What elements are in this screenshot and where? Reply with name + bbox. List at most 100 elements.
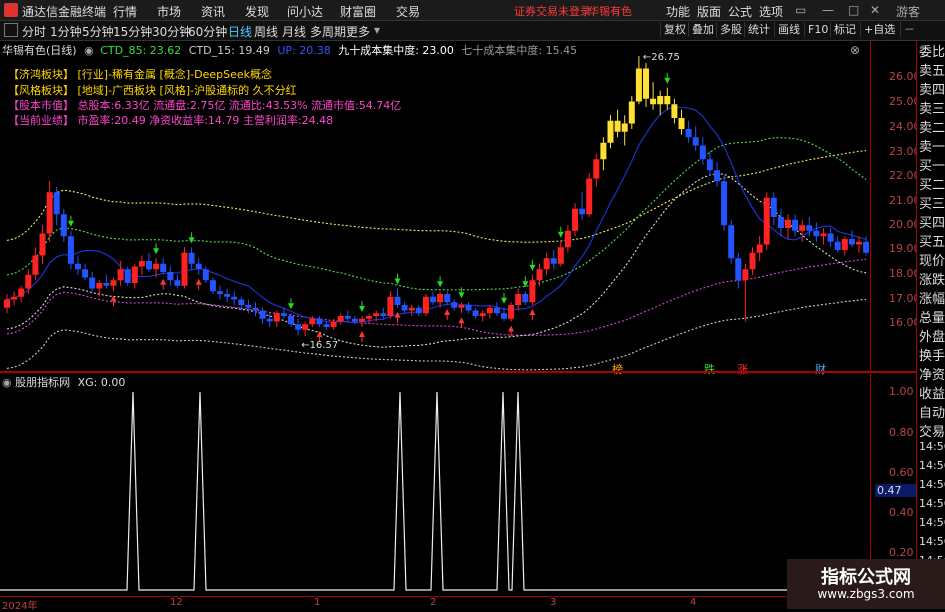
chart-options-icon[interactable]: ◉ <box>84 44 94 57</box>
chart-settings-icon[interactable]: ⊗ <box>850 43 860 57</box>
sell-arrow-icon <box>458 292 465 299</box>
info-performance: 【当前业绩】 市盈率:20.49 净资收益率:14.79 主营利润率:24.48 <box>8 114 334 127</box>
candle-body <box>550 258 557 264</box>
indicator-chart[interactable] <box>0 374 870 596</box>
add-favorite-button[interactable]: +自选 <box>860 22 898 37</box>
zoom-out-icon[interactable]: － <box>900 22 918 37</box>
candle-body <box>82 269 89 278</box>
more-dropdown-icon[interactable]: ▾ <box>374 23 380 37</box>
candle-body <box>621 123 628 132</box>
menu-ask[interactable]: 问小达 <box>287 3 323 20</box>
period-5min[interactable]: 5分钟 <box>82 23 114 40</box>
period-weekly[interactable]: 周线 <box>254 23 278 40</box>
menu-discover[interactable]: 发现 <box>245 3 269 20</box>
side-label: 委比 <box>919 45 945 60</box>
candle-body <box>799 225 806 231</box>
side-label: 收益 <box>919 387 945 402</box>
sell-arrow-icon <box>67 220 74 227</box>
candle-body <box>60 214 67 237</box>
mark-button[interactable]: 标记 <box>830 22 859 37</box>
layout-toggle-icon[interactable] <box>4 23 18 37</box>
menu-wealth[interactable]: 财富圈 <box>340 3 376 20</box>
overlay-button[interactable]: 叠加 <box>688 22 717 37</box>
candle-body <box>46 192 53 234</box>
period-multi[interactable]: 多周期 <box>310 23 346 40</box>
info-capital: 【股本市值】 总股本:6.33亿 流通盘:2.75亿 流通比:43.53% 流通… <box>8 99 402 112</box>
side-label: 14:56 <box>919 478 945 491</box>
sell-arrow-icon <box>394 278 401 285</box>
price-axis: 26.00 25.00 24.00 23.00 22.00 21.00 20.0… <box>870 41 921 371</box>
candle-body <box>777 217 784 228</box>
minimize-icon[interactable]: ▭ <box>795 3 806 17</box>
candle-body <box>103 283 110 286</box>
period-monthly[interactable]: 月线 <box>282 23 306 40</box>
watermark-line2: www.zbgs3.com <box>817 587 915 601</box>
statistics-button[interactable]: 统计 <box>744 22 773 37</box>
lower-channel-line <box>6 298 867 371</box>
candle-body <box>785 219 791 228</box>
menu-options[interactable]: 选项 <box>759 3 783 20</box>
close-icon[interactable]: ✕ <box>870 3 880 17</box>
sell-arrow-icon <box>557 231 564 238</box>
candle-body <box>351 318 358 322</box>
high-price-label: ←26.75 <box>643 52 680 63</box>
menu-layout[interactable]: 版面 <box>697 3 721 20</box>
candle-body <box>252 307 259 311</box>
kline-chart-panel[interactable]: ←26.75 ←16.57 华锡有色(日线) ◉ CTD_85: 23.62 CT… <box>0 41 870 376</box>
panel-divider[interactable] <box>0 371 916 373</box>
indicator-tick: 0.20 <box>889 546 914 559</box>
menu-formula[interactable]: 公式 <box>728 3 752 20</box>
ctd85-value: CTD_85: 23.62 <box>100 44 182 57</box>
indicator-options-icon[interactable]: ◉ <box>2 376 12 389</box>
side-label: 卖四 <box>919 83 945 98</box>
candle-body <box>174 280 181 286</box>
buy-arrow-icon <box>508 325 515 332</box>
quote-side-panel: 委比 卖五 卖四 卖三 卖二 卖一 买一 买二 买三 买四 买五 现价 涨跌 涨幅 总量 外盘 换手 净资 收益 自动… <box>916 41 945 596</box>
menu-function[interactable]: 功能 <box>666 3 690 20</box>
buy-arrow-icon <box>160 278 167 285</box>
candle-body <box>856 241 862 245</box>
period-tick[interactable]: 分时 <box>22 23 46 40</box>
menu-trade[interactable]: 交易 <box>396 3 420 20</box>
multi-stock-button[interactable]: 多股 <box>716 22 745 37</box>
side-label: 买五 <box>919 235 945 250</box>
candle-body <box>827 233 834 242</box>
indicator-tick: 1.00 <box>889 385 914 398</box>
cost90-value: 九十成本集中度: 23.00 <box>338 44 454 57</box>
candle-body <box>628 101 635 124</box>
period-more[interactable]: 更多 <box>346 23 370 40</box>
login-warning[interactable]: 证券交易未登录 <box>514 3 591 19</box>
side-label: 卖二 <box>919 121 945 136</box>
indicator-panel[interactable]: ◉ 股朋指标网 XG: 0.00 <box>0 374 870 596</box>
menu-quotes[interactable]: 行情 <box>113 3 137 20</box>
guest-label[interactable]: 游客 <box>896 3 920 20</box>
draw-line-button[interactable]: 画线 <box>774 22 803 37</box>
restore-rights-button[interactable]: 复权 <box>660 22 689 37</box>
maximize-icon[interactable]: □ <box>848 3 859 17</box>
candle-body <box>508 305 515 319</box>
candle-body <box>557 247 564 264</box>
candle-body <box>841 239 848 250</box>
candle-body <box>792 219 799 231</box>
xg-signal-line <box>0 391 870 591</box>
buy-arrow-icon <box>195 278 202 285</box>
app-title: 通达信金融终端 <box>22 5 107 19</box>
minimize-button-icon[interactable]: — <box>822 3 834 17</box>
info-sector: 【济鸿板块】 [行业]-稀有金属 [概念]-DeepSeek概念 <box>8 68 272 81</box>
period-1min[interactable]: 1分钟 <box>50 23 82 40</box>
candle-body <box>657 96 664 105</box>
buy-arrow-icon <box>458 317 465 324</box>
buy-arrow-icon <box>359 331 365 337</box>
period-15min[interactable]: 15分钟 <box>113 23 152 40</box>
period-daily[interactable]: 日线 <box>228 23 252 40</box>
candle-body <box>245 305 252 308</box>
candle-body <box>635 68 642 102</box>
f10-button[interactable]: F10 <box>804 22 831 37</box>
candle-body <box>380 313 387 316</box>
menu-market[interactable]: 市场 <box>157 3 181 20</box>
period-30min[interactable]: 30分钟 <box>152 23 191 40</box>
candle-body <box>181 252 188 286</box>
candle-body <box>259 310 266 319</box>
period-60min[interactable]: 60分钟 <box>188 23 227 40</box>
menu-news[interactable]: 资讯 <box>201 3 225 20</box>
